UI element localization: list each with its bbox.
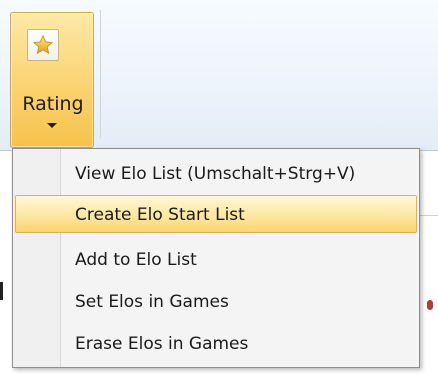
menu-item-add-to-elo-list[interactable]: Add to Elo List	[15, 241, 417, 279]
menu-item-label: Erase Elos in Games	[75, 334, 249, 354]
menu-item-label: View Elo List (Umschalt+Strg+V)	[75, 164, 356, 184]
chevron-down-icon	[47, 123, 57, 128]
rating-button-label: Rating	[22, 93, 84, 115]
menu-item-label: Set Elos in Games	[75, 292, 229, 312]
rating-dropdown-menu: View Elo List (Umschalt+Strg+V) Create E…	[12, 148, 420, 368]
ribbon-separator	[100, 10, 101, 138]
rating-ribbon-button[interactable]: Rating	[10, 12, 94, 148]
menu-item-view-elo-list[interactable]: View Elo List (Umschalt+Strg+V)	[15, 155, 417, 193]
background-fragment	[0, 282, 3, 300]
menu-item-create-elo-start-list[interactable]: Create Elo Start List	[15, 195, 417, 233]
menu-item-erase-elos-in-games[interactable]: Erase Elos in Games	[15, 325, 417, 363]
menu-item-label: Add to Elo List	[75, 250, 197, 270]
background-divider	[420, 215, 438, 216]
menu-item-label: Create Elo Start List	[75, 205, 245, 225]
menu-item-set-elos-in-games[interactable]: Set Elos in Games	[15, 283, 417, 321]
star-icon	[27, 29, 59, 61]
background-fragment	[427, 300, 433, 310]
